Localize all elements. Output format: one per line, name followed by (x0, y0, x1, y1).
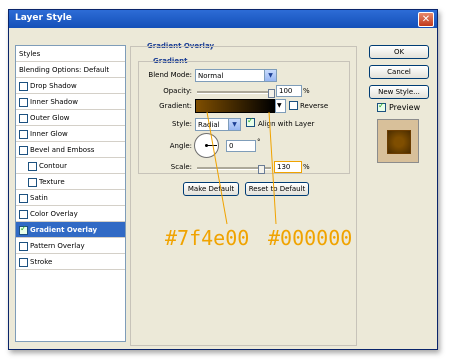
sidebar-item-label: Texture (39, 178, 65, 186)
close-button[interactable]: ✕ (418, 12, 434, 27)
align-with-layer-label: Align with Layer (258, 120, 315, 128)
sidebar-item-label: Satin (30, 194, 48, 202)
sidebar-item-label: Stroke (30, 258, 53, 266)
gradient-label: Gradient: (159, 102, 192, 110)
opacity-label: Opacity: (163, 87, 192, 95)
scale-label: Scale: (170, 163, 192, 171)
styles-list: Styles Blending Options: Default Drop Sh… (15, 45, 126, 342)
angle-value: 0 (229, 142, 234, 150)
sidebar-item-label: Drop Shadow (30, 82, 77, 90)
sidebar-item-checkbox[interactable] (19, 258, 28, 267)
sidebar-item-label: Outer Glow (30, 114, 70, 122)
sidebar-item-label: Bevel and Emboss (30, 146, 95, 154)
sidebar-item-checkbox[interactable] (19, 82, 28, 91)
chevron-down-icon: ▼ (277, 102, 282, 109)
sidebar-item-color-overlay[interactable]: Color Overlay (16, 206, 125, 222)
sidebar-item-bevel-and-emboss[interactable]: Bevel and Emboss (16, 142, 125, 158)
cancel-label: Cancel (387, 68, 411, 76)
sidebar-item-label: Color Overlay (30, 210, 78, 218)
blend-mode-select[interactable]: Normal ▼ (195, 69, 277, 82)
blending-options-label: Blending Options: Default (19, 66, 110, 74)
blending-options-item[interactable]: Blending Options: Default (16, 62, 125, 78)
opacity-unit: % (303, 87, 310, 95)
align-with-layer-checkbox[interactable] (246, 116, 255, 127)
angle-dial-center (205, 144, 208, 147)
sidebar-item-checkbox[interactable] (19, 98, 28, 107)
sidebar-item-satin[interactable]: Satin (16, 190, 125, 206)
opacity-slider-thumb[interactable] (268, 89, 275, 98)
style-label: Style: (172, 120, 192, 128)
sidebar-item-checkbox[interactable] (19, 194, 28, 203)
make-default-label: Make Default (187, 185, 235, 193)
preview-swatch-inner (387, 130, 411, 154)
angle-label: Angle: (169, 142, 192, 150)
sidebar-item-label: Contour (39, 162, 67, 170)
sidebar-item-inner-glow[interactable]: Inner Glow (16, 126, 125, 142)
scale-input[interactable]: 130 (274, 161, 302, 173)
annotation-left: #7f4e00 (165, 226, 250, 250)
chevron-down-icon: ▼ (264, 70, 276, 81)
gradient-dropdown[interactable]: ▼ (275, 99, 286, 113)
sidebar-item-checkbox[interactable] (19, 242, 28, 251)
ok-button[interactable]: OK (369, 45, 429, 59)
sidebar-item-contour[interactable]: Contour (16, 158, 125, 174)
reset-to-default-label: Reset to Default (248, 185, 306, 193)
sidebar-item-drop-shadow[interactable]: Drop Shadow (16, 78, 125, 94)
scale-unit: % (303, 163, 310, 171)
reverse-label: Reverse (300, 102, 329, 110)
sidebar-item-outer-glow[interactable]: Outer Glow (16, 110, 125, 126)
sidebar-item-label: Inner Glow (30, 130, 68, 138)
sidebar-item-inner-shadow[interactable]: Inner Shadow (16, 94, 125, 110)
annotation-right: #000000 (268, 226, 353, 250)
scale-value: 130 (277, 163, 291, 171)
scale-slider-thumb[interactable] (258, 165, 266, 174)
sidebar-item-checkbox[interactable] (28, 162, 37, 171)
sidebar-item-gradient-overlay[interactable]: Gradient Overlay (16, 222, 125, 238)
make-default-button[interactable]: Make Default (183, 182, 239, 196)
sidebar-item-texture[interactable]: Texture (16, 174, 125, 190)
sidebar-item-label: Inner Shadow (30, 98, 78, 106)
blend-mode-label: Blend Mode: (148, 71, 192, 79)
angle-input[interactable]: 0 (226, 140, 256, 152)
sidebar-item-pattern-overlay[interactable]: Pattern Overlay (16, 238, 125, 254)
preview-swatch (377, 119, 419, 163)
preview-checkbox[interactable] (377, 101, 386, 112)
title-bar[interactable]: Layer Style ✕ (9, 10, 437, 28)
blend-mode-value: Normal (198, 72, 224, 80)
style-select[interactable]: Radial ▼ (195, 118, 241, 131)
opacity-input[interactable]: 100 (276, 85, 302, 97)
close-icon: ✕ (421, 14, 431, 25)
chevron-down-icon: ▼ (228, 119, 240, 130)
sidebar-item-checkbox[interactable] (19, 146, 28, 155)
sidebar-item-label: Gradient Overlay (30, 226, 98, 234)
opacity-value: 100 (279, 87, 293, 95)
reverse-checkbox[interactable] (289, 101, 298, 110)
sidebar-item-stroke[interactable]: Stroke (16, 254, 125, 270)
angle-dial[interactable] (194, 133, 219, 158)
ok-label: OK (393, 48, 405, 56)
opacity-slider-track[interactable] (197, 91, 271, 94)
sidebar-item-checkbox[interactable] (19, 224, 28, 235)
sidebar-item-label: Pattern Overlay (30, 242, 85, 250)
sidebar-item-checkbox[interactable] (19, 210, 28, 219)
preview-label: Preview (389, 103, 421, 112)
reset-to-default-button[interactable]: Reset to Default (245, 182, 309, 196)
cancel-button[interactable]: Cancel (369, 65, 429, 79)
style-value: Radial (198, 121, 220, 129)
window-title: Layer Style (15, 13, 72, 23)
angle-unit: ° (257, 138, 261, 146)
styles-header[interactable]: Styles (16, 46, 125, 62)
sidebar-item-checkbox[interactable] (19, 130, 28, 139)
gradient-swatch[interactable] (195, 99, 275, 113)
layer-style-dialog: Layer Style ✕ Styles Blending Options: D… (8, 9, 438, 350)
sidebar-item-checkbox[interactable] (19, 114, 28, 123)
sidebar-item-checkbox[interactable] (28, 178, 37, 187)
new-style-button[interactable]: New Style... (369, 85, 429, 99)
new-style-label: New Style... (378, 88, 420, 96)
styles-header-label: Styles (19, 50, 41, 58)
